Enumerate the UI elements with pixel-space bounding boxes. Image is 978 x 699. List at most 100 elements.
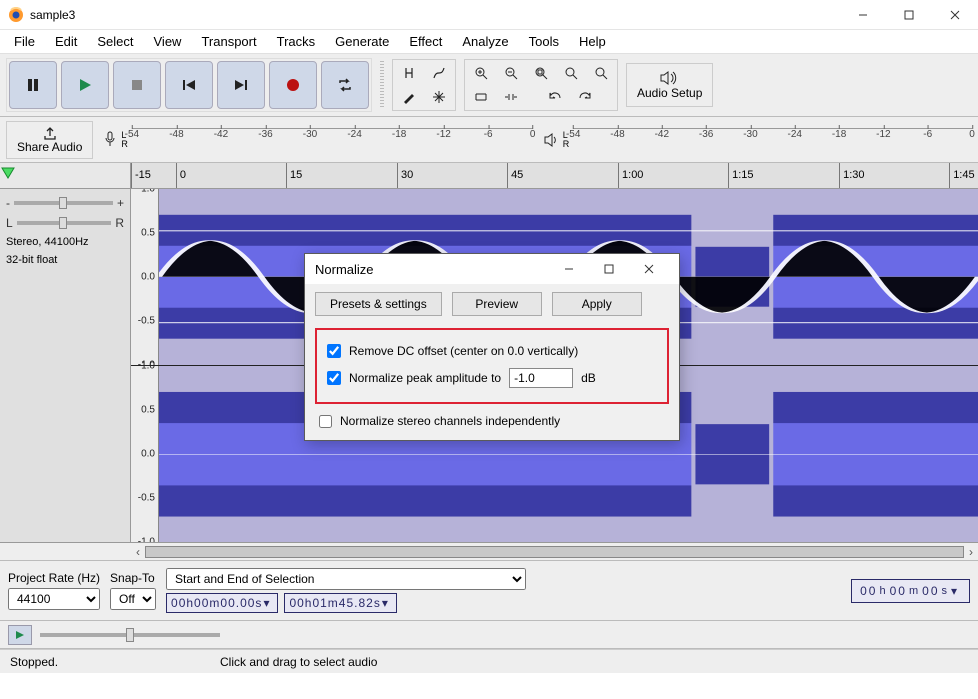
project-rate-label: Project Rate (Hz) [8, 571, 100, 585]
tools-cluster [392, 59, 456, 111]
playback-meter[interactable]: LR -54-48-42-36-30-24-18-12-60 [543, 128, 972, 152]
menu-select[interactable]: Select [87, 31, 143, 52]
menu-tools[interactable]: Tools [519, 31, 569, 52]
amplitude-axis-label: 1.0 [141, 189, 155, 195]
fit-selection-icon[interactable] [527, 62, 555, 84]
record-meter[interactable]: LR -54-48-42-36-30-24-18-12-60 [103, 128, 532, 152]
peak-db-input[interactable] [509, 368, 573, 388]
selection-end-time[interactable]: 00h01m45.82s▾ [284, 593, 396, 613]
fit-project-icon[interactable] [557, 62, 585, 84]
track-control-panel[interactable]: - + L R Stereo, 44100Hz 32-bit float [0, 189, 131, 542]
playback-speed-slider[interactable] [40, 633, 220, 637]
normalize-independently-checkbox[interactable] [319, 415, 332, 428]
amplitude-axis-label: -0.5 [138, 315, 155, 326]
playback-meter-scale: -54-48-42-36-30-24-18-12-60 [573, 128, 972, 152]
horizontal-scrollbar[interactable]: ‹ › [0, 543, 978, 561]
skip-start-button[interactable] [165, 61, 213, 109]
draw-tool-icon[interactable] [395, 86, 423, 108]
window-close-button[interactable] [932, 0, 978, 30]
apply-button[interactable]: Apply [552, 292, 642, 316]
window-minimize-button[interactable] [840, 0, 886, 30]
speaker-icon [659, 70, 681, 86]
amplitude-axis-label: 0.0 [141, 448, 155, 459]
trim-icon[interactable] [467, 86, 495, 108]
window-maximize-button[interactable] [886, 0, 932, 30]
project-rate-group: Project Rate (Hz) 44100 [8, 571, 100, 610]
skip-end-button[interactable] [217, 61, 265, 109]
selection-tool-icon[interactable] [395, 62, 423, 84]
time-position-display[interactable]: 00h00m00s▾ [851, 579, 970, 603]
dialog-maximize-button[interactable] [589, 255, 629, 283]
dialog-close-button[interactable] [629, 255, 669, 283]
presets-settings-button[interactable]: Presets & settings [315, 292, 442, 316]
record-meter-scale: -54-48-42-36-30-24-18-12-60 [132, 128, 533, 152]
snap-to-select[interactable]: Off [110, 588, 156, 610]
menu-view[interactable]: View [144, 31, 192, 52]
menu-generate[interactable]: Generate [325, 31, 399, 52]
selection-range-group: Start and End of Selection 00h00m00.00s▾… [166, 568, 526, 613]
meter-tick: -24 [788, 129, 802, 140]
zoom-cluster [464, 59, 618, 111]
menu-tracks[interactable]: Tracks [267, 31, 326, 52]
pan-slider[interactable]: L R [6, 215, 124, 231]
meter-tick: -6 [484, 129, 493, 140]
menu-effect[interactable]: Effect [399, 31, 452, 52]
zoom-in-icon[interactable] [467, 62, 495, 84]
play-at-speed-toolbar [0, 621, 978, 649]
dialog-titlebar[interactable]: Normalize [305, 254, 679, 284]
timeline-ruler[interactable]: -1501530451:001:151:301:45 [0, 163, 978, 189]
remove-dc-offset-checkbox[interactable] [327, 344, 341, 358]
meter-tick: -18 [392, 129, 406, 140]
scrollbar-thumb[interactable] [145, 546, 964, 558]
multi-tool-icon[interactable] [425, 86, 453, 108]
selection-toolbar: Project Rate (Hz) 44100 Snap-To Off Star… [0, 561, 978, 621]
timeline-mark: 1:15 [728, 163, 753, 188]
stop-button[interactable] [113, 61, 161, 109]
gain-slider[interactable]: - + [6, 195, 124, 211]
share-audio-button[interactable]: Share Audio [6, 121, 93, 159]
timeline-mark: 1:30 [839, 163, 864, 188]
snap-to-group: Snap-To Off [110, 571, 156, 610]
selection-range-mode[interactable]: Start and End of Selection [166, 568, 526, 590]
menu-edit[interactable]: Edit [45, 31, 87, 52]
project-rate-select[interactable]: 44100 [8, 588, 100, 610]
track-format-label: Stereo, 44100Hz [6, 235, 124, 249]
meter-tick: -42 [214, 129, 228, 140]
scroll-right-icon[interactable]: › [964, 545, 978, 559]
selection-start-time[interactable]: 00h00m00.00s▾ [166, 593, 278, 613]
gain-min-label: - [6, 196, 10, 210]
undo-icon[interactable] [541, 86, 569, 108]
menu-transport[interactable]: Transport [191, 31, 266, 52]
timeline-mark: 45 [507, 163, 523, 188]
menu-bar: File Edit Select View Transport Tracks G… [0, 30, 978, 54]
amplitude-axis-label: 0.0 [141, 271, 155, 282]
transport-buttons [6, 58, 372, 112]
menu-help[interactable]: Help [569, 31, 616, 52]
scroll-left-icon[interactable]: ‹ [131, 545, 145, 559]
meter-tick: -36 [699, 129, 713, 140]
menu-file[interactable]: File [4, 31, 45, 52]
zoom-toggle-icon[interactable] [587, 62, 615, 84]
meter-tick: 0 [969, 129, 975, 140]
preview-button[interactable]: Preview [452, 292, 542, 316]
redo-icon[interactable] [571, 86, 599, 108]
envelope-tool-icon[interactable] [425, 62, 453, 84]
toolbar-spacer [527, 86, 539, 108]
silence-icon[interactable] [497, 86, 525, 108]
amplitude-axis-label: -0.5 [138, 492, 155, 503]
loop-button[interactable] [321, 61, 369, 109]
zoom-out-icon[interactable] [497, 62, 525, 84]
pause-button[interactable] [9, 61, 57, 109]
record-button[interactable] [269, 61, 317, 109]
meter-toolbar: Share Audio LR -54-48-42-36-30-24-18-12-… [0, 117, 978, 163]
play-button[interactable] [61, 61, 109, 109]
normalize-peak-checkbox[interactable] [327, 371, 341, 385]
status-bar: Stopped. Click and drag to select audio [0, 649, 978, 673]
pan-left-label: L [6, 216, 13, 230]
play-at-speed-button[interactable] [8, 625, 32, 645]
amplitude-axis-label: 0.5 [141, 404, 155, 415]
audio-setup-button[interactable]: Audio Setup [626, 63, 713, 107]
playhead-icon[interactable] [0, 166, 16, 185]
menu-analyze[interactable]: Analyze [452, 31, 518, 52]
dialog-minimize-button[interactable] [549, 255, 589, 283]
